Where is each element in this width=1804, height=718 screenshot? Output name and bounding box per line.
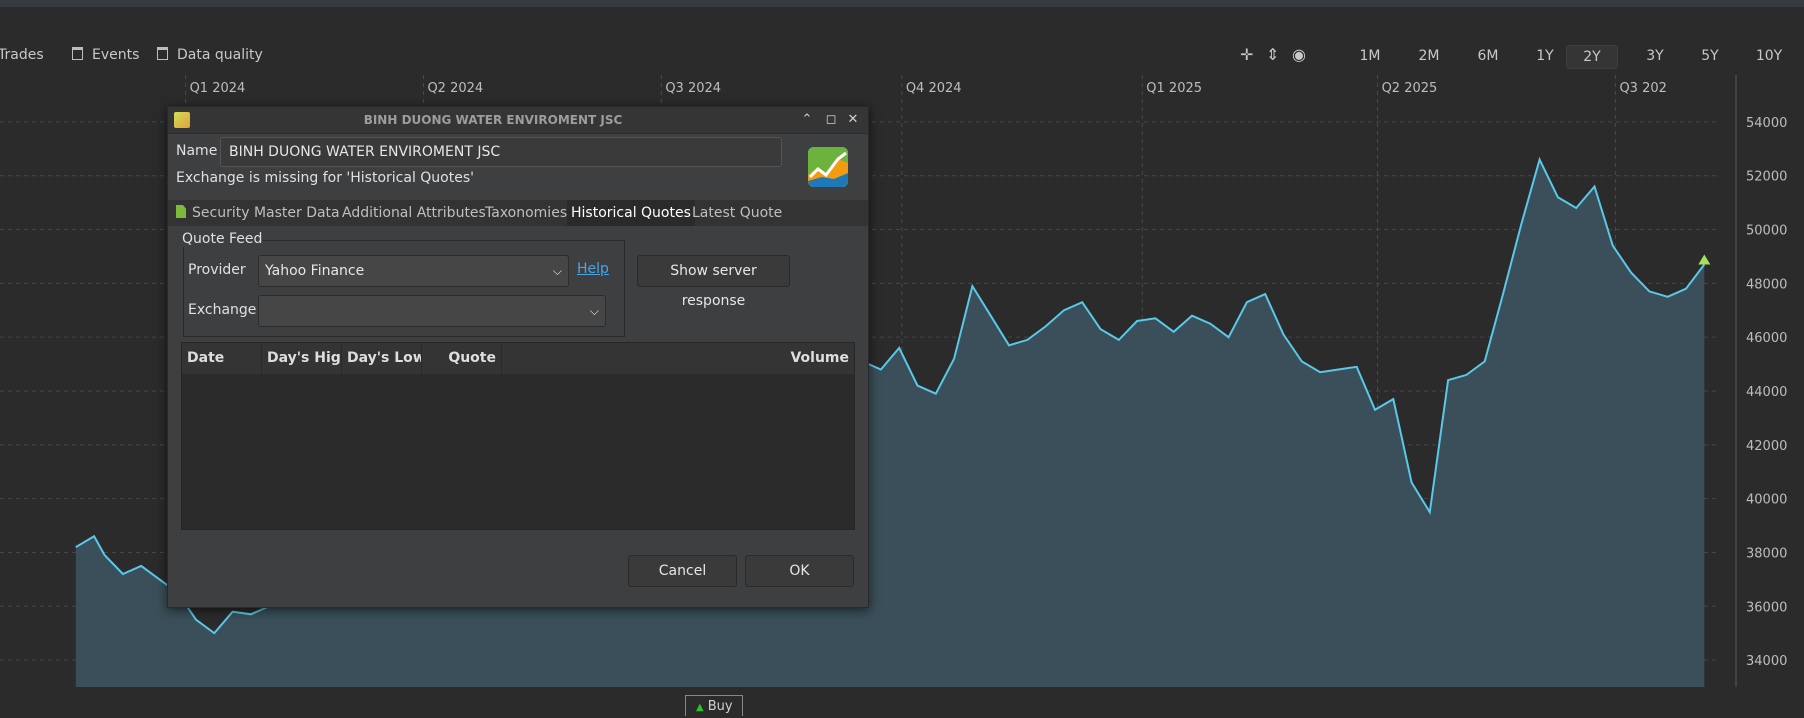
chart-toolbar: Trades Events Data quality ✛ ⇕ ◉ 1M 2M 6…	[0, 38, 1804, 72]
quarter-label: Q1 2024	[190, 81, 246, 96]
y-tick-label: 40000	[1746, 493, 1787, 508]
exchange-select[interactable]: ⌵	[258, 295, 606, 327]
col-days-low[interactable]: Day's Low	[342, 343, 422, 374]
quarter-label: Q3 2024	[665, 81, 721, 96]
buy-triangle-icon: ▲	[696, 702, 704, 713]
y-tick-label: 48000	[1746, 277, 1787, 292]
y-tick-label: 38000	[1746, 546, 1787, 561]
cancel-button[interactable]: Cancel	[628, 555, 737, 587]
chevron-down-icon: ⌵	[589, 304, 599, 318]
help-link[interactable]: Help	[577, 261, 609, 277]
tab-latest-quote[interactable]: Latest Quote	[692, 200, 782, 226]
ok-button[interactable]: OK	[745, 555, 854, 587]
range-2y[interactable]: 2Y	[1566, 45, 1618, 69]
exchange-label: Exchange	[188, 302, 257, 318]
y-tick-label: 34000	[1746, 654, 1787, 669]
top-bar	[0, 0, 1804, 7]
range-3y[interactable]: 3Y	[1630, 45, 1680, 67]
dialog-title: BINH DUONG WATER ENVIROMENT JSC	[363, 113, 623, 127]
y-tick-label: 50000	[1746, 224, 1787, 239]
y-axis-labels: 54000 52000 50000 48000 46000 44000 42000 40000…	[1746, 116, 1787, 669]
maximize-icon[interactable]: ◻	[822, 110, 840, 130]
y-tick-label: 42000	[1746, 439, 1787, 454]
name-input[interactable]	[221, 138, 781, 166]
quarter-label: Q4 2024	[906, 81, 962, 96]
y-tick-label: 52000	[1746, 170, 1787, 185]
chevron-down-icon: ⌵	[552, 264, 562, 278]
trades-toggle[interactable]: Trades	[0, 38, 44, 72]
dialog-titlebar[interactable]: BINH DUONG WATER ENVIROMENT JSC ⌃ ◻ ✕	[168, 107, 868, 134]
data-quality-label: Data quality	[177, 47, 263, 63]
quotes-table[interactable]: Date Day's High Day's Low Quote Volume	[181, 342, 855, 530]
quote-feed-title: Quote Feed	[181, 231, 264, 247]
events-checkbox-icon	[72, 47, 83, 60]
measure-icon[interactable]: ⇕	[1266, 45, 1279, 64]
page-icon	[176, 205, 186, 218]
range-10y[interactable]: 10Y	[1744, 45, 1794, 67]
name-label: Name	[176, 143, 218, 159]
hide-icon[interactable]: ◉	[1292, 45, 1306, 64]
quarter-labels: Q1 2024 Q2 2024 Q3 2024 Q4 2024 Q1 2025 Q2 20…	[190, 81, 1667, 96]
y-tick-label: 54000	[1746, 116, 1787, 131]
col-date[interactable]: Date	[182, 343, 262, 374]
trades-label: Trades	[0, 47, 44, 63]
close-icon[interactable]: ✕	[844, 110, 862, 130]
y-tick-label: 46000	[1746, 331, 1787, 346]
show-server-response-button[interactable]: Show server response	[637, 255, 790, 309]
col-quote[interactable]: Quote	[422, 343, 502, 374]
name-field[interactable]	[220, 137, 782, 167]
events-toggle[interactable]: Events	[72, 38, 139, 72]
range-2m[interactable]: 2M	[1404, 45, 1454, 67]
col-days-high[interactable]: Day's High	[262, 343, 342, 374]
tab-taxonomies[interactable]: Taxonomies	[485, 200, 567, 226]
dialog-tabs: Security Master Data Additional Attribut…	[168, 200, 868, 226]
tab-additional-attributes[interactable]: Additional Attributes	[342, 200, 486, 226]
security-logo-icon	[808, 147, 848, 187]
range-5y[interactable]: 5Y	[1685, 45, 1735, 67]
provider-value: Yahoo Finance	[265, 263, 365, 279]
trade-marker-icon	[1698, 254, 1711, 265]
provider-label: Provider	[188, 262, 246, 278]
y-tick-label: 44000	[1746, 385, 1787, 400]
tab-security-master-data[interactable]: Security Master Data	[176, 200, 340, 226]
col-volume[interactable]: Volume	[502, 343, 854, 374]
events-label: Events	[92, 47, 140, 63]
tab-label: Security Master Data	[192, 205, 340, 221]
data-quality-checkbox-icon	[157, 47, 168, 60]
provider-select[interactable]: Yahoo Finance ⌵	[258, 255, 569, 287]
crosshair-icon[interactable]: ✛	[1240, 45, 1253, 64]
range-1y[interactable]: 1Y	[1520, 45, 1570, 67]
quarter-label: Q2 2024	[427, 81, 483, 96]
security-dialog: BINH DUONG WATER ENVIROMENT JSC ⌃ ◻ ✕ Na…	[167, 106, 869, 608]
tab-historical-quotes[interactable]: Historical Quotes	[567, 200, 695, 226]
collapse-icon[interactable]: ⌃	[798, 110, 816, 130]
data-quality-toggle[interactable]: Data quality	[157, 38, 263, 72]
exchange-warning: Exchange is missing for 'Historical Quot…	[176, 170, 474, 186]
range-6m[interactable]: 6M	[1463, 45, 1513, 67]
quarter-label: Q2 2025	[1382, 81, 1438, 96]
quarter-label: Q1 2025	[1146, 81, 1202, 96]
buy-label: Buy	[707, 699, 733, 714]
range-1m[interactable]: 1M	[1345, 45, 1395, 67]
y-tick-label: 36000	[1746, 600, 1787, 615]
quarter-label: Q3 202	[1619, 81, 1666, 96]
table-header: Date Day's High Day's Low Quote Volume	[182, 343, 854, 374]
buy-tag[interactable]: ▲ Buy	[685, 695, 743, 716]
